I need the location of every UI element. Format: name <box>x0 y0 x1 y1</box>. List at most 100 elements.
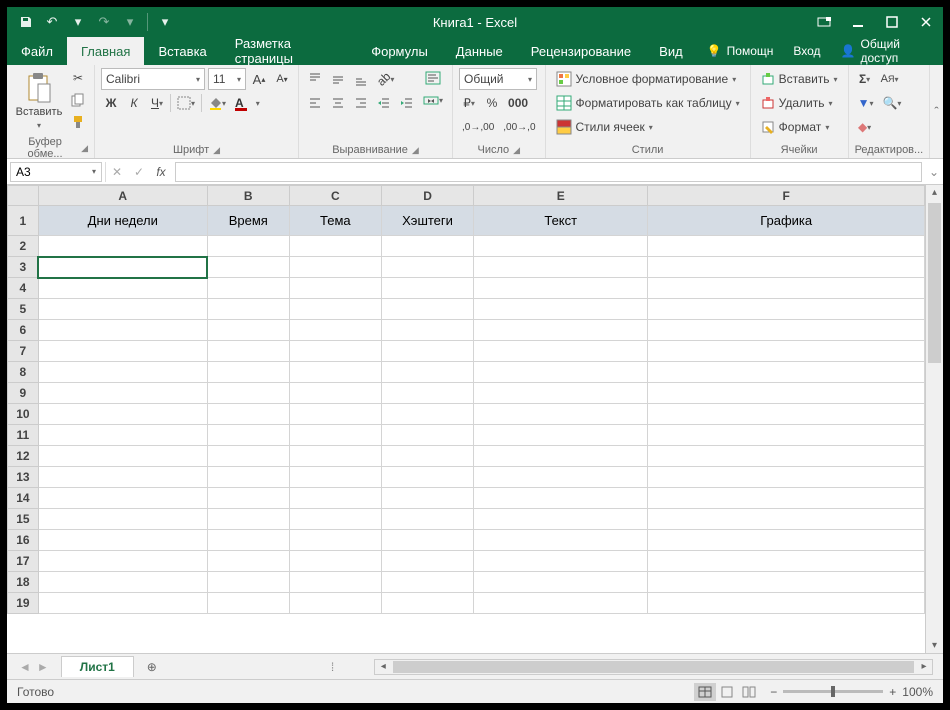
cell[interactable] <box>289 551 381 572</box>
cell[interactable] <box>381 425 473 446</box>
cell[interactable] <box>474 572 648 593</box>
cell[interactable] <box>648 341 925 362</box>
cell[interactable]: Дни недели <box>38 206 207 236</box>
cell[interactable] <box>381 530 473 551</box>
cell[interactable] <box>38 236 207 257</box>
cell[interactable]: Хэштеги <box>381 206 473 236</box>
cell[interactable] <box>648 572 925 593</box>
tab-layout[interactable]: Разметка страницы <box>221 37 357 65</box>
tab-file[interactable]: Файл <box>7 37 67 65</box>
row-header[interactable]: 7 <box>8 341 39 362</box>
copy-button[interactable] <box>68 90 88 110</box>
cell[interactable] <box>289 404 381 425</box>
scroll-down-icon[interactable]: ▾ <box>926 640 943 651</box>
sheet-tab[interactable]: Лист1 <box>61 656 134 677</box>
cell[interactable] <box>289 530 381 551</box>
cell[interactable] <box>289 383 381 404</box>
cell[interactable]: Время <box>207 206 289 236</box>
cell[interactable] <box>289 341 381 362</box>
cell[interactable] <box>38 320 207 341</box>
format-as-table-button[interactable]: Форматировать как таблицу▾ <box>552 92 744 114</box>
cell[interactable] <box>289 572 381 593</box>
cell[interactable] <box>381 362 473 383</box>
conditional-formatting-button[interactable]: Условное форматирование▾ <box>552 68 744 90</box>
new-sheet-button[interactable]: ⊕ <box>140 655 164 679</box>
cell[interactable] <box>38 488 207 509</box>
cell[interactable] <box>289 509 381 530</box>
autosum-button[interactable]: Σ▾ <box>855 69 875 89</box>
cell[interactable] <box>381 257 473 278</box>
cell[interactable] <box>381 236 473 257</box>
clear-button[interactable]: ◆▾ <box>855 117 875 137</box>
cell[interactable] <box>474 383 648 404</box>
cell[interactable] <box>207 425 289 446</box>
scroll-right-icon[interactable]: ▸ <box>916 661 932 672</box>
cell[interactable] <box>381 320 473 341</box>
row-header[interactable]: 14 <box>8 488 39 509</box>
cell[interactable] <box>289 299 381 320</box>
cell[interactable] <box>38 509 207 530</box>
number-format-combo[interactable]: Общий▾ <box>459 68 537 90</box>
cell[interactable] <box>648 236 925 257</box>
find-button[interactable]: 🔍▾ <box>879 93 904 113</box>
cell[interactable] <box>648 320 925 341</box>
row-header[interactable]: 16 <box>8 530 39 551</box>
tab-data[interactable]: Данные <box>442 37 517 65</box>
row-header[interactable]: 5 <box>8 299 39 320</box>
cell[interactable] <box>474 320 648 341</box>
cell[interactable] <box>648 488 925 509</box>
cell[interactable] <box>289 236 381 257</box>
cell[interactable] <box>381 488 473 509</box>
cell[interactable] <box>207 341 289 362</box>
cell[interactable] <box>207 320 289 341</box>
align-left-button[interactable] <box>305 93 325 113</box>
cell[interactable] <box>207 257 289 278</box>
cell[interactable] <box>648 278 925 299</box>
cell[interactable] <box>474 362 648 383</box>
comma-button[interactable]: 000 <box>505 93 531 113</box>
cancel-formula-button[interactable]: ✕ <box>106 162 128 182</box>
cell[interactable] <box>648 446 925 467</box>
cell[interactable] <box>648 467 925 488</box>
scrollbar-thumb[interactable] <box>928 203 941 363</box>
cell[interactable] <box>381 467 473 488</box>
insert-cells-button[interactable]: Вставить▾ <box>757 68 842 90</box>
cell[interactable] <box>289 467 381 488</box>
minimize-button[interactable] <box>841 7 875 37</box>
cell[interactable] <box>207 509 289 530</box>
col-header[interactable]: A <box>38 186 207 206</box>
horizontal-scrollbar[interactable]: ◂ ▸ <box>374 659 933 675</box>
maximize-button[interactable] <box>875 7 909 37</box>
fx-button[interactable]: fx <box>150 162 172 182</box>
row-header[interactable]: 1 <box>8 206 39 236</box>
cell[interactable] <box>207 530 289 551</box>
cell[interactable] <box>289 362 381 383</box>
cell[interactable]: Тема <box>289 206 381 236</box>
font-name-combo[interactable]: Calibri▾ <box>101 68 205 90</box>
row-header[interactable]: 13 <box>8 467 39 488</box>
cell[interactable] <box>38 383 207 404</box>
undo-icon[interactable]: ↶ <box>43 13 61 31</box>
next-sheet-icon[interactable]: ► <box>37 660 49 674</box>
sign-in[interactable]: Вход <box>783 37 830 65</box>
cell[interactable] <box>474 530 648 551</box>
scrollbar-thumb[interactable] <box>393 661 914 673</box>
cell[interactable] <box>38 404 207 425</box>
cell[interactable] <box>381 299 473 320</box>
expand-formula-bar-button[interactable]: ⌄ <box>925 165 943 179</box>
cell[interactable] <box>289 488 381 509</box>
font-color-button[interactable]: A▾ <box>232 93 263 113</box>
prev-sheet-icon[interactable]: ◄ <box>19 660 31 674</box>
format-painter-button[interactable] <box>68 112 88 132</box>
cell[interactable] <box>381 383 473 404</box>
cell[interactable] <box>648 530 925 551</box>
cell[interactable] <box>474 509 648 530</box>
undo-dropdown-icon[interactable]: ▾ <box>69 13 87 31</box>
align-top-button[interactable] <box>305 69 325 89</box>
zoom-in-button[interactable]: + <box>889 685 896 699</box>
row-header[interactable]: 8 <box>8 362 39 383</box>
cell[interactable] <box>207 404 289 425</box>
cell[interactable] <box>207 446 289 467</box>
align-bottom-button[interactable] <box>351 69 371 89</box>
row-header[interactable]: 19 <box>8 593 39 614</box>
